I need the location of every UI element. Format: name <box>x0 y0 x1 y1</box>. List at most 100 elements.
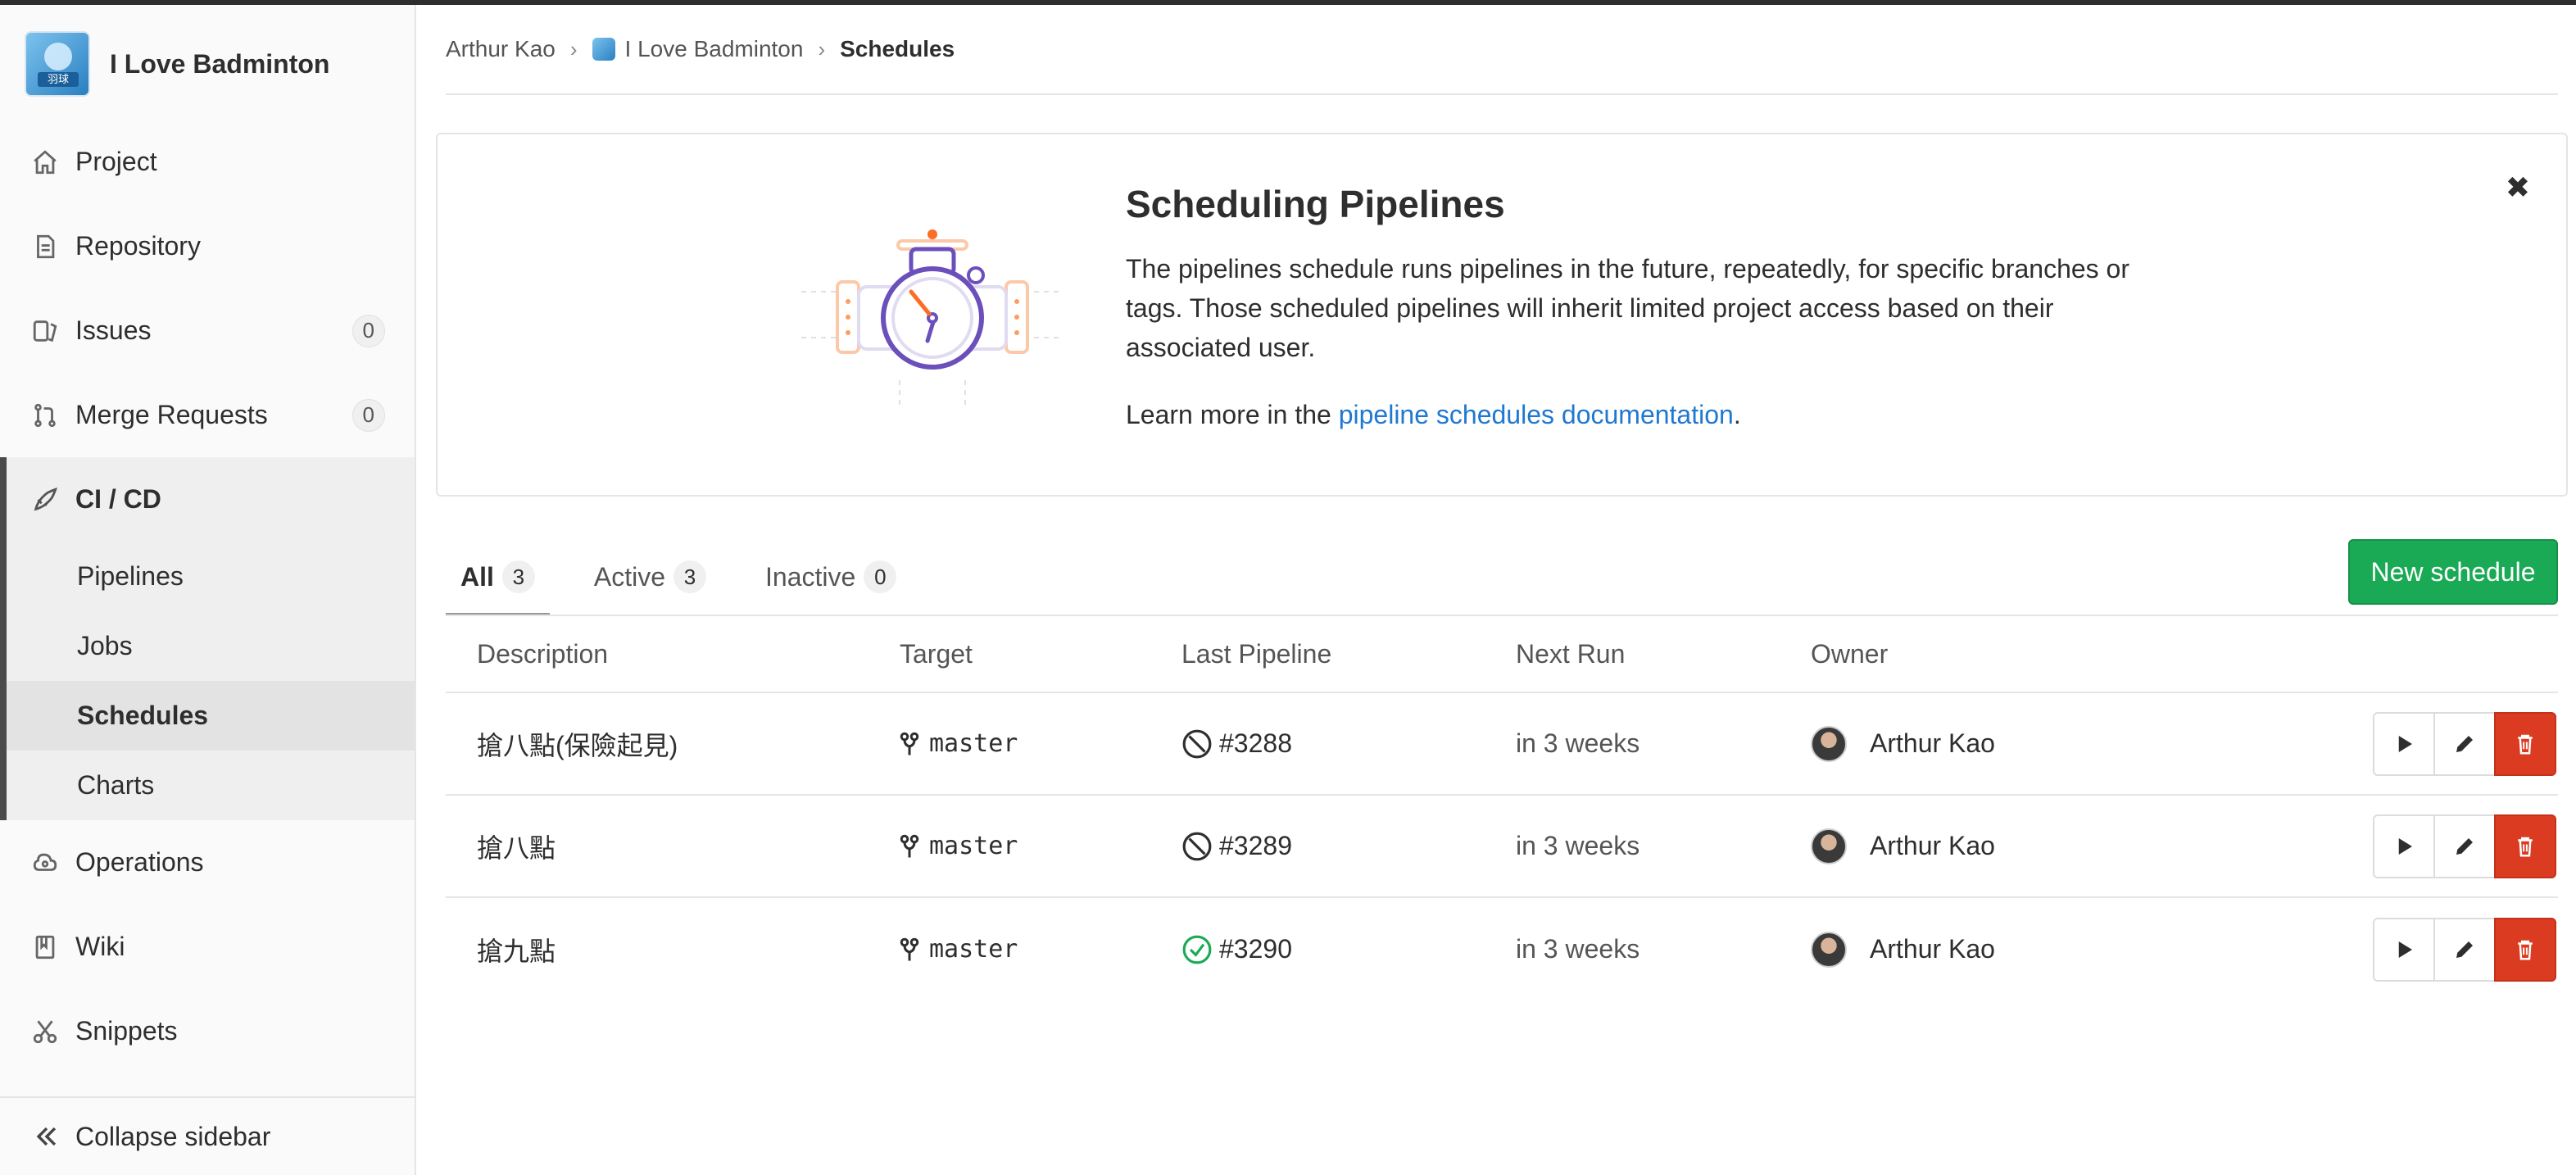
breadcrumb-divider <box>446 93 2558 95</box>
breadcrumb-user[interactable]: Arthur Kao <box>446 36 556 62</box>
trash-icon <box>2518 837 2533 856</box>
column-header-last-pipeline: Last Pipeline <box>1181 638 1332 669</box>
sidebar-item-issues[interactable]: Issues 0 <box>0 288 415 373</box>
column-header-description: Description <box>477 638 609 669</box>
banner-description: The pipelines schedule runs pipelines in… <box>1126 254 2129 362</box>
sidebar: 羽球 I Love Badminton Project Repository I… <box>0 5 416 1175</box>
home-icon <box>29 147 61 178</box>
sidebar-item-label: Project <box>75 147 157 176</box>
next-run: in 3 weeks <box>1516 728 1640 758</box>
sidebar-item-project[interactable]: Project <box>0 120 415 204</box>
last-pipeline-link[interactable]: #3290 <box>1181 934 1292 965</box>
schedule-target[interactable]: master <box>900 729 1018 758</box>
table-header: Description Target Last Pipeline Next Ru… <box>446 616 2558 693</box>
branch-icon <box>900 937 919 960</box>
column-header-target: Target <box>900 638 973 669</box>
close-icon[interactable]: ✖ <box>2506 170 2530 205</box>
edit-button[interactable] <box>2433 814 2496 878</box>
next-run: in 3 weeks <box>1516 934 1640 964</box>
play-button[interactable] <box>2373 711 2435 776</box>
schedule-target[interactable]: master <box>900 935 1018 964</box>
pipeline-id: #3289 <box>1219 831 1292 860</box>
row-actions <box>2373 814 2556 878</box>
breadcrumb-current[interactable]: Schedules <box>840 36 955 62</box>
tab-count-badge: 3 <box>673 560 707 593</box>
delete-button[interactable] <box>2494 814 2556 878</box>
pencil-icon <box>2456 837 2473 855</box>
avatar <box>1811 828 1847 864</box>
schedules-table: Description Target Last Pipeline Next Ru… <box>446 616 2558 1000</box>
row-actions <box>2373 917 2556 982</box>
play-button[interactable] <box>2373 814 2435 878</box>
branch-name: master <box>929 832 1018 860</box>
pipeline-schedules-doc-link[interactable]: pipeline schedules documentation <box>1339 400 1734 429</box>
sidebar-item-label: CI / CD <box>75 484 161 514</box>
tab-label: Active <box>593 561 666 592</box>
tab-inactive[interactable]: Inactive 0 <box>751 538 911 616</box>
sidebar-item-repository[interactable]: Repository <box>0 204 415 288</box>
status-passed-icon <box>1182 935 1212 964</box>
avatar <box>1811 725 1847 762</box>
book-icon <box>29 932 61 963</box>
owner[interactable]: Arthur Kao <box>1811 931 1995 968</box>
tab-label: All <box>460 561 494 592</box>
delete-button[interactable] <box>2494 711 2556 776</box>
scissors-icon <box>29 1016 61 1047</box>
sidebar-subitem-pipelines[interactable]: Pipelines <box>7 542 415 611</box>
breadcrumb-project[interactable]: I Love Badminton <box>625 36 804 62</box>
play-button[interactable] <box>2373 917 2435 982</box>
breadcrumb-separator-icon: › <box>818 36 826 61</box>
column-header-next-run: Next Run <box>1516 638 1626 669</box>
play-icon <box>2398 735 2412 752</box>
table-row: 搶八點(保險起見) master #3288 in 3 weeks Arthur… <box>446 693 2558 796</box>
schedule-target[interactable]: master <box>900 832 1018 860</box>
scheduling-pipelines-banner: Scheduling Pipelines The pipelines sched… <box>436 133 2568 497</box>
sidebar-item-operations[interactable]: Operations <box>0 820 415 905</box>
sidebar-subitem-charts[interactable]: Charts <box>7 751 415 820</box>
new-schedule-button[interactable]: New schedule <box>2348 539 2558 605</box>
edit-button[interactable] <box>2433 711 2496 776</box>
last-pipeline-link[interactable]: #3289 <box>1181 831 1292 862</box>
pencil-icon <box>2456 941 2473 958</box>
sidebar-item-merge-requests[interactable]: Merge Requests 0 <box>0 373 415 457</box>
merge-requests-count-badge: 0 <box>351 398 385 432</box>
schedule-description: 搶八點 <box>477 832 556 863</box>
sidebar-subitem-schedules[interactable]: Schedules <box>7 681 415 751</box>
sidebar-item-label: Wiki <box>75 932 125 961</box>
sidebar-item-label: Issues <box>75 315 152 345</box>
sidebar-subitem-jobs[interactable]: Jobs <box>7 611 415 681</box>
sidebar-item-cicd[interactable]: CI / CD <box>7 457 415 542</box>
project-avatar: 羽球 <box>25 31 90 97</box>
project-avatar-small <box>592 38 615 61</box>
edit-button[interactable] <box>2433 917 2496 982</box>
table-row: 搶九點 master #3290 in 3 weeks Arthur Kao <box>446 898 2558 1000</box>
sidebar-item-label: Operations <box>75 847 204 877</box>
branch-icon <box>900 732 919 755</box>
branch-name: master <box>929 729 1018 758</box>
document-icon <box>29 231 61 262</box>
schedule-tabs: All 3 Active 3 Inactive 0 <box>446 538 941 616</box>
last-pipeline-link[interactable]: #3288 <box>1181 728 1292 760</box>
issues-icon <box>29 315 61 347</box>
owner[interactable]: Arthur Kao <box>1811 725 1995 762</box>
project-brand[interactable]: 羽球 I Love Badminton <box>25 31 329 97</box>
pipeline-id: #3290 <box>1219 934 1292 964</box>
pipeline-schedule-illustration <box>801 229 1064 410</box>
owner[interactable]: Arthur Kao <box>1811 828 1995 864</box>
avatar <box>1811 931 1847 968</box>
sidebar-item-label: Snippets <box>75 1016 178 1046</box>
tab-active[interactable]: Active 3 <box>579 538 721 616</box>
owner-name: Arthur Kao <box>1870 934 1995 964</box>
pencil-icon <box>2456 735 2473 752</box>
sidebar-item-snippets[interactable]: Snippets <box>0 989 415 1073</box>
sidebar-nav: Project Repository Issues 0 Merge Reques… <box>0 120 415 1073</box>
branch-icon <box>900 834 919 857</box>
breadcrumb-separator-icon: › <box>569 36 578 61</box>
issues-count-badge: 0 <box>351 314 385 347</box>
status-canceled-icon <box>1182 832 1212 860</box>
collapse-sidebar-button[interactable]: Collapse sidebar <box>0 1096 415 1175</box>
play-icon <box>2398 837 2412 855</box>
tab-all[interactable]: All 3 <box>446 538 550 616</box>
sidebar-item-wiki[interactable]: Wiki <box>0 905 415 989</box>
delete-button[interactable] <box>2494 917 2556 982</box>
